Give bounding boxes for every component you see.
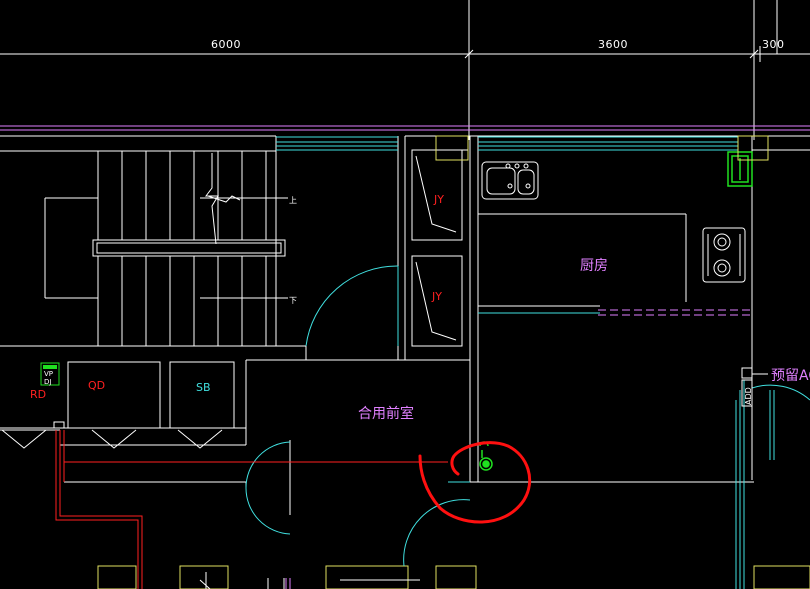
cad-drawing[interactable]: 6000 3600 300 上 下 JY JY 厨房 QD SB RD VP D… bbox=[0, 0, 810, 589]
stair-up-label: 上 bbox=[289, 196, 297, 205]
axis-lines bbox=[0, 125, 810, 131]
windows bbox=[276, 136, 775, 589]
reserved-ac-label: 预留AC bbox=[771, 368, 810, 384]
staircase[interactable] bbox=[44, 151, 288, 346]
equipment-icon[interactable] bbox=[727, 151, 753, 187]
dimension-6000: 6000 bbox=[211, 38, 241, 51]
add-label: ADD bbox=[744, 387, 753, 405]
bottom-details bbox=[199, 572, 420, 589]
stove-icon[interactable] bbox=[702, 227, 746, 283]
shared-lobby-label: 合用前室 bbox=[358, 405, 414, 422]
shaft-upper-label: JY bbox=[433, 193, 444, 206]
red-pipes bbox=[55, 430, 448, 589]
bottom-magenta bbox=[285, 578, 291, 589]
kitchen-label: 厨房 bbox=[580, 258, 608, 274]
doors[interactable] bbox=[245, 265, 810, 567]
room-rd-label: RD bbox=[30, 388, 46, 401]
dimension-3600: 3600 bbox=[598, 38, 628, 51]
vp-label: VP bbox=[44, 370, 53, 378]
shaft-lower-label: JY bbox=[431, 290, 442, 303]
dashed-opening bbox=[598, 309, 752, 316]
room-sb-label: SB bbox=[196, 381, 211, 394]
dimension-lines bbox=[0, 0, 810, 140]
floor-drain-icon[interactable] bbox=[479, 441, 493, 471]
room-qd-label: QD bbox=[88, 379, 105, 392]
pipe-box bbox=[53, 421, 65, 429]
dj-label: DJ bbox=[44, 378, 51, 386]
stair-down-label: 下 bbox=[289, 296, 297, 305]
sink-icon[interactable] bbox=[481, 161, 539, 200]
dimension-300: 300 bbox=[762, 38, 785, 51]
